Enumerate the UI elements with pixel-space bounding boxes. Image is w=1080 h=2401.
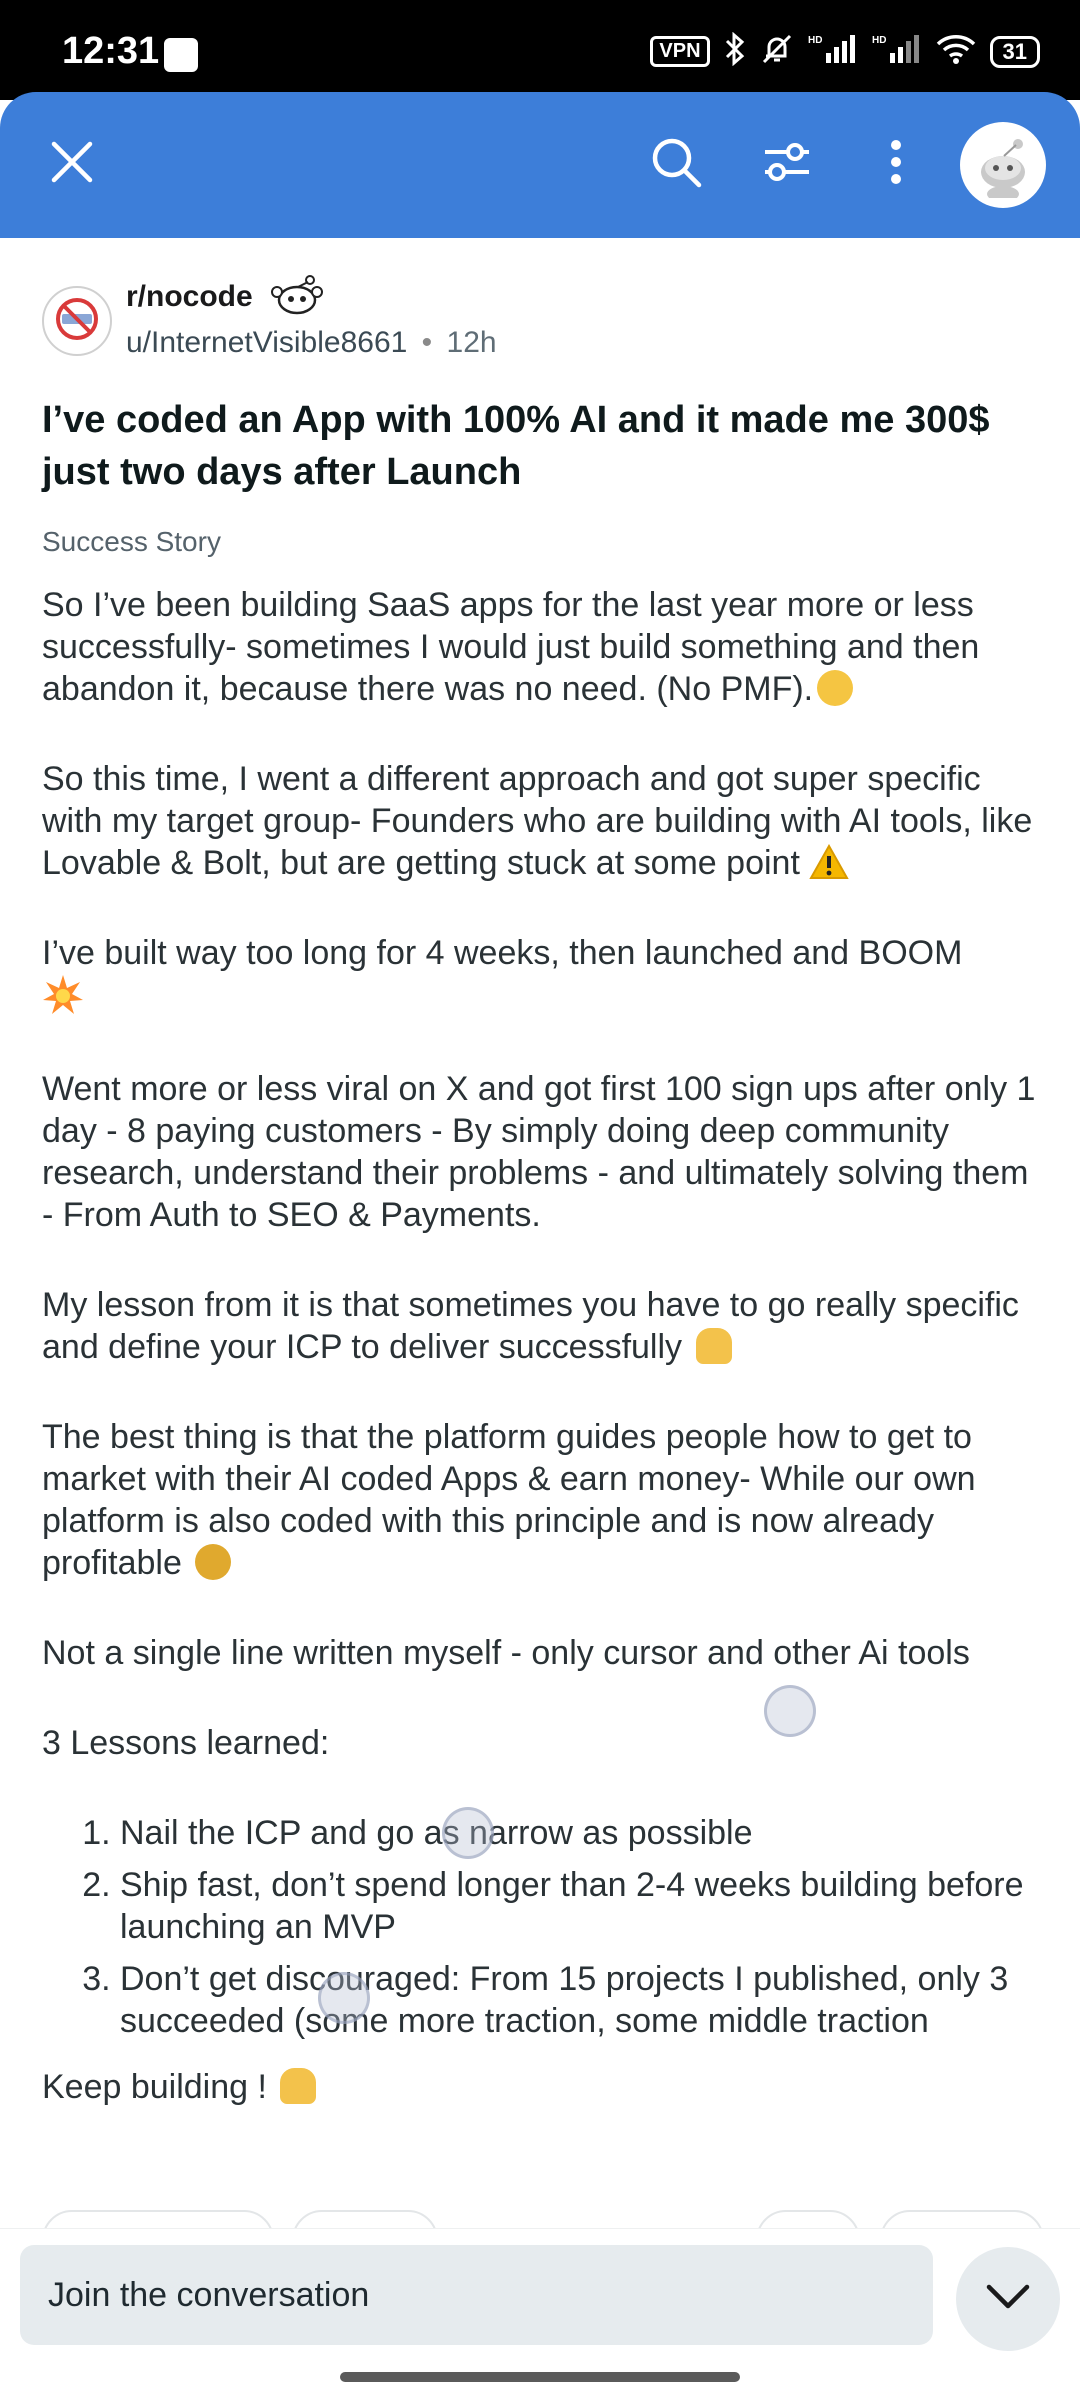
bluetooth-icon <box>724 31 746 71</box>
battery-indicator: 31 <box>989 35 1040 68</box>
post-title: I’ve coded an App with 100% AI and it ma… <box>42 399 990 493</box>
svg-text:HD: HD <box>808 35 822 46</box>
status-icons: VPN HD HD 31 <box>650 31 1040 71</box>
paragraph-2: So this time, I went a different approac… <box>42 760 1033 882</box>
more-options-button[interactable] <box>860 128 932 200</box>
list-item: Don’t get discouraged: From 15 projects … <box>120 1958 1042 2042</box>
post-body: So I’ve been building SaaS apps for the … <box>42 584 1042 2108</box>
no-code-icon <box>52 294 102 349</box>
author-line: u/InternetVisible8661 • 12h <box>126 326 497 360</box>
meta-separator: • <box>421 326 433 359</box>
user-avatar-button[interactable] <box>960 122 1046 208</box>
pray-emoji <box>280 2068 317 2104</box>
list-item: Nail the ICP and go as narrow as possibl… <box>120 1812 1042 1854</box>
paragraph-1: So I’ve been building SaaS apps for the … <box>42 586 980 708</box>
join-conversation-placeholder: Join the conversation <box>48 2275 370 2314</box>
explosion-emoji <box>42 975 84 1018</box>
mute-bell-icon <box>760 32 794 71</box>
post-age: 12h <box>446 326 497 359</box>
subreddit-name[interactable]: r/nocode <box>126 280 253 314</box>
list-item: Ship fast, don’t spend longer than 2-4 w… <box>120 1864 1042 1948</box>
post-flair[interactable]: Success Story <box>42 526 1042 558</box>
sweat-smile-emoji <box>817 670 854 706</box>
lessons-title: 3 Lessons learned: <box>42 1724 330 1762</box>
search-button[interactable] <box>640 128 712 200</box>
subreddit-avatar[interactable] <box>42 286 112 356</box>
signal-icon-2: HD <box>872 33 922 70</box>
pray-emoji <box>695 1328 732 1364</box>
paragraph-5: My lesson from it is that sometimes you … <box>42 1286 1019 1366</box>
more-options-icon <box>889 138 903 191</box>
author-name[interactable]: u/InternetVisible8661 <box>126 326 407 359</box>
vpn-icon: VPN <box>650 36 710 67</box>
search-icon <box>649 135 703 194</box>
status-time: 12:31 <box>62 30 160 72</box>
post: r/nocode u/InternetVisible8661 • 12h I’v… <box>42 262 1042 2156</box>
touch-indicator <box>318 1972 370 2024</box>
warning-emoji <box>809 843 850 882</box>
status-bar: 12:31 VPN HD HD 31 <box>0 0 1080 100</box>
join-conversation-input[interactable]: Join the conversation <box>20 2245 933 2345</box>
filter-button[interactable] <box>751 128 823 200</box>
close-button[interactable] <box>36 128 108 200</box>
svg-text:HD: HD <box>872 35 886 46</box>
post-header: r/nocode u/InternetVisible8661 • 12h <box>42 262 1042 382</box>
close-icon <box>50 140 94 189</box>
paragraph-3: I’ve built way too long for 4 weeks, the… <box>42 932 1042 1020</box>
paragraph-4: Went more or less viral on X and got fir… <box>42 1070 1036 1234</box>
touch-indicator <box>442 1807 494 1859</box>
lessons-list: Nail the ICP and go as narrow as possibl… <box>42 1812 1042 2042</box>
filter-icon <box>761 138 813 191</box>
money-bag-emoji <box>195 1544 232 1580</box>
app-bar <box>0 92 1080 238</box>
collapse-button[interactable] <box>956 2247 1060 2351</box>
chevron-down-icon <box>985 2283 1031 2316</box>
wifi-icon <box>936 34 976 69</box>
home-indicator[interactable] <box>340 2372 740 2382</box>
signal-icon-1: HD <box>808 33 858 70</box>
snoo-badge-icon <box>270 274 324 318</box>
snoo-avatar-icon <box>968 128 1038 203</box>
touch-indicator <box>764 1685 816 1737</box>
paragraph-7: Not a single line written myself - only … <box>42 1634 970 1672</box>
closing-line: Keep building ! <box>42 2066 1042 2108</box>
paragraph-6: The best thing is that the platform guid… <box>42 1418 976 1582</box>
notification-app-icon <box>164 38 198 72</box>
